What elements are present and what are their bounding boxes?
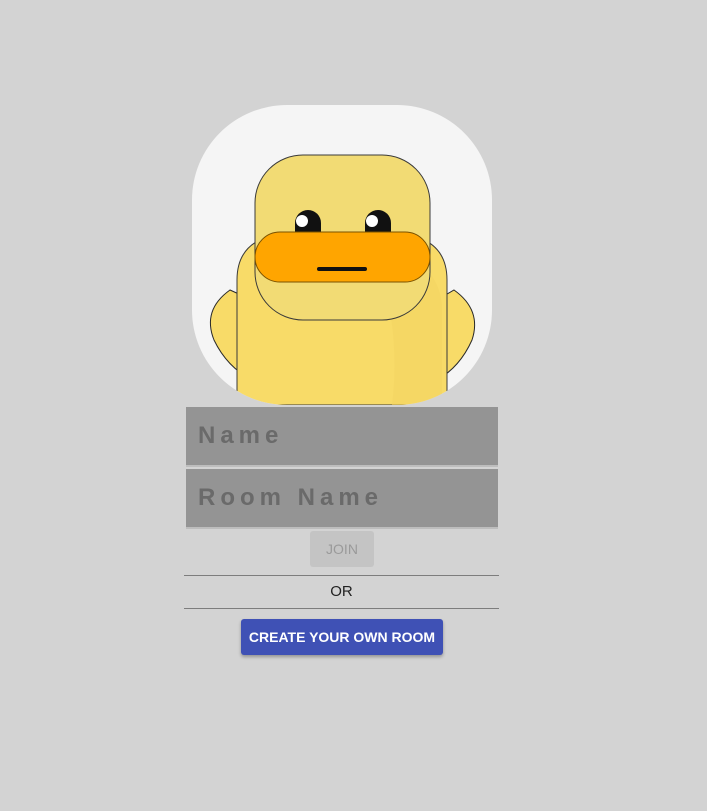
duck-icon [210,154,476,405]
create-room-button[interactable]: CREATE YOUR OWN ROOM [241,619,443,655]
duck-avatar [192,105,492,405]
or-divider-top [184,575,499,576]
room-name-field[interactable] [186,469,498,529]
name-field[interactable] [186,407,498,467]
name-input[interactable] [186,407,498,465]
or-divider-bottom [184,608,499,609]
or-separator-label: OR [330,583,353,600]
join-button[interactable]: JOIN [310,531,374,567]
room-name-input[interactable] [186,469,498,527]
